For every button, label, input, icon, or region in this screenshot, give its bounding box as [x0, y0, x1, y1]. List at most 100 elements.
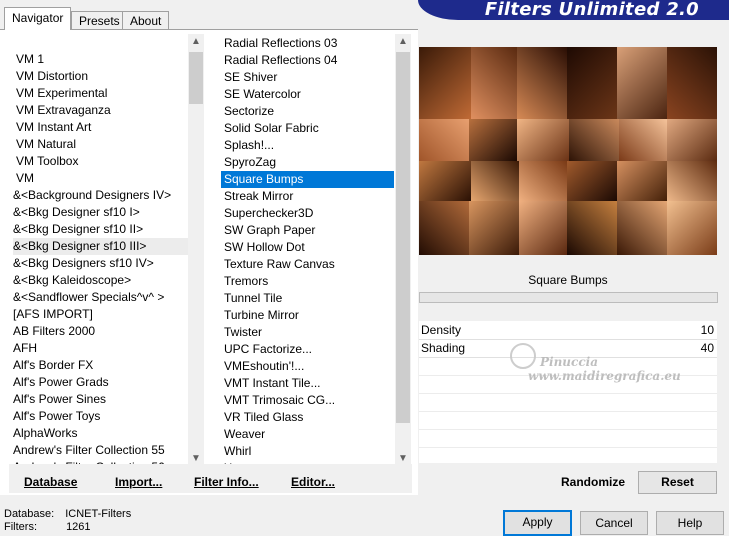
import-button[interactable]: Import...: [115, 475, 162, 489]
preview-tile: [667, 119, 717, 161]
category-item[interactable]: Alf's Power Sines: [13, 391, 188, 408]
tab-presets[interactable]: Presets: [71, 11, 128, 30]
param-density-value[interactable]: 10: [701, 322, 714, 339]
category-item[interactable]: VM Experimental: [13, 85, 188, 102]
filter-item[interactable]: VMT Trimosaic CG...: [221, 392, 394, 409]
app-title: Filters Unlimited 2.0: [484, 0, 699, 20]
filter-item[interactable]: SE Shiver: [221, 69, 394, 86]
category-item[interactable]: Andrew's Filter Collection 55: [13, 442, 188, 459]
filter-item[interactable]: UPC Factorize...: [221, 341, 394, 358]
status-filters-label: Filters:: [4, 521, 37, 533]
tab-navigator[interactable]: Navigator: [4, 7, 72, 30]
category-item[interactable]: AFH: [13, 340, 188, 357]
watermark-logo-icon: [510, 343, 536, 369]
category-item[interactable]: &<Bkg Designer sf10 II>: [13, 221, 188, 238]
filter-item[interactable]: VR Tiled Glass: [221, 409, 394, 426]
filter-item[interactable]: VMT Instant Tile...: [221, 375, 394, 392]
filter-item[interactable]: Tremors: [221, 273, 394, 290]
filter-item[interactable]: Twister: [221, 324, 394, 341]
filter-item[interactable]: SW Hollow Dot: [221, 239, 394, 256]
filter-item[interactable]: SE Watercolor: [221, 86, 394, 103]
filter-item[interactable]: Superchecker3D: [221, 205, 394, 222]
help-button[interactable]: Help: [656, 511, 724, 535]
category-item[interactable]: VM Natural: [13, 136, 188, 153]
preview-tile: [469, 119, 517, 161]
category-item[interactable]: VM 1: [13, 51, 188, 68]
param-density-label: Density: [421, 323, 462, 337]
param-empty-row: [419, 412, 717, 430]
filter-item[interactable]: Tunnel Tile: [221, 290, 394, 307]
filter-item[interactable]: Square Bumps: [221, 171, 394, 188]
filter-item[interactable]: VMEshoutin'!...: [221, 358, 394, 375]
category-item[interactable]: &<Bkg Kaleidoscope>: [13, 272, 188, 289]
category-item[interactable]: VM Distortion: [13, 68, 188, 85]
preview-tile: [617, 47, 667, 119]
preview-tile: [517, 119, 569, 161]
category-item[interactable]: VM: [13, 170, 188, 187]
category-item[interactable]: &<Bkg Designer sf10 I>: [13, 204, 188, 221]
filter-item[interactable]: Texture Raw Canvas: [221, 256, 394, 273]
status-database-value: ICNET-Filters: [65, 508, 132, 520]
filter-list[interactable]: Radial Reflections 03 Radial Reflections …: [221, 35, 394, 467]
filter-item[interactable]: Sectorize: [221, 103, 394, 120]
status-database-label: Database:: [4, 508, 55, 520]
category-item[interactable]: VM Instant Art: [13, 119, 188, 136]
category-item[interactable]: VM Extravaganza: [13, 102, 188, 119]
navigator-panel: VM 1 VM Distortion VM Experimental VM Extra…: [0, 30, 418, 495]
filter-scroll-thumb[interactable]: [396, 52, 410, 423]
watermark-line1: Pinuccia: [540, 355, 598, 369]
category-scroll-thumb[interactable]: [189, 52, 203, 104]
filter-item[interactable]: Radial Reflections 04: [221, 52, 394, 69]
status-filters-value: 1261: [66, 521, 91, 533]
preview-tile: [471, 161, 519, 201]
preview-tile: [519, 201, 567, 255]
filter-item[interactable]: Streak Mirror: [221, 188, 394, 205]
filter-item[interactable]: SpyroZag: [221, 154, 394, 171]
category-item[interactable]: &<Background Designers IV>: [13, 187, 188, 204]
category-item[interactable]: Alf's Border FX: [13, 357, 188, 374]
filter-item[interactable]: Splash!...: [221, 137, 394, 154]
tab-about[interactable]: About: [122, 11, 170, 30]
preview-tile: [617, 161, 667, 201]
watermark-line2: www.maidiregrafica.eu: [528, 369, 681, 383]
category-item[interactable]: AB Filters 2000: [13, 323, 188, 340]
preview-tile: [617, 201, 667, 255]
randomize-button[interactable]: Randomize: [553, 472, 633, 493]
category-item[interactable]: &<Sandflower Specials^v^ >: [13, 289, 188, 306]
filter-item[interactable]: Whirl: [221, 443, 394, 460]
category-item[interactable]: &<Bkg Designers sf10 IV>: [13, 255, 188, 272]
param-density[interactable]: Density 10: [419, 322, 717, 340]
app-banner: Filters Unlimited 2.0: [418, 0, 729, 20]
filter-item[interactable]: Weaver: [221, 426, 394, 443]
cancel-button[interactable]: Cancel: [580, 511, 648, 535]
category-list[interactable]: VM 1 VM Distortion VM Experimental VM Extra…: [13, 51, 188, 471]
scroll-up-arrow-icon[interactable]: ▲: [395, 34, 411, 50]
preview-image: [419, 47, 717, 255]
category-item[interactable]: [AFS IMPORT]: [13, 306, 188, 323]
preview-tile: [667, 47, 717, 119]
editor-button[interactable]: Editor...: [291, 475, 335, 489]
category-item[interactable]: &<Bkg Designer sf10 III>: [13, 238, 188, 255]
category-item[interactable]: AlphaWorks: [13, 425, 188, 442]
scroll-up-arrow-icon[interactable]: ▲: [188, 34, 204, 50]
apply-button[interactable]: Apply: [503, 510, 572, 536]
filter-item[interactable]: Solid Solar Fabric: [221, 120, 394, 137]
param-empty-row: [419, 430, 717, 448]
preview-tile: [469, 201, 519, 255]
filter-item[interactable]: SW Graph Paper: [221, 222, 394, 239]
category-item[interactable]: Alf's Power Toys: [13, 408, 188, 425]
filter-scrollbar[interactable]: ▲ ▼: [395, 34, 411, 467]
filter-item[interactable]: Turbine Mirror: [221, 307, 394, 324]
preview-tile: [569, 119, 619, 161]
category-item[interactable]: VM Toolbox: [13, 153, 188, 170]
filter-item[interactable]: Radial Reflections 03: [221, 35, 394, 52]
database-button[interactable]: Database: [24, 475, 77, 489]
preview-tile: [419, 119, 469, 161]
param-shading-value[interactable]: 40: [701, 340, 714, 357]
preview-tile: [667, 161, 717, 201]
category-item[interactable]: Alf's Power Grads: [13, 374, 188, 391]
filter-info-button[interactable]: Filter Info...: [194, 475, 259, 489]
reset-button[interactable]: Reset: [638, 471, 717, 494]
status-database: Database: ICNET-Filters: [4, 508, 131, 521]
category-scrollbar[interactable]: ▲ ▼: [188, 34, 204, 467]
